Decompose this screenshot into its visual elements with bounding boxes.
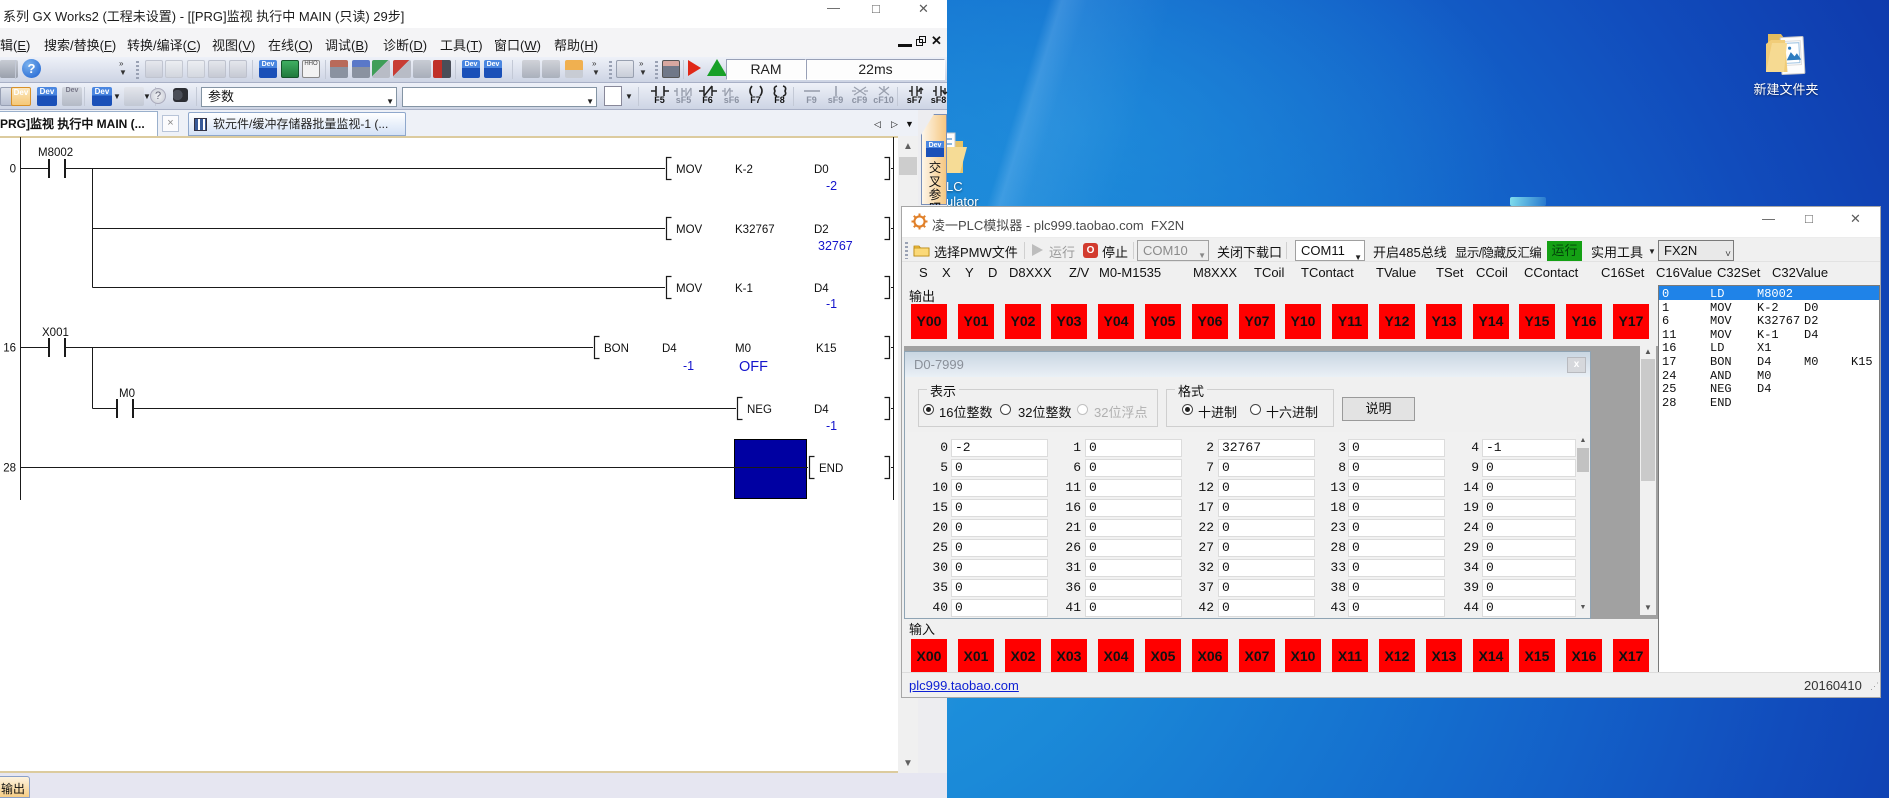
svg-text:K-2: K-2 — [735, 164, 753, 176]
svg-text:M0: M0 — [735, 343, 751, 355]
svg-text:X001: X001 — [42, 327, 69, 339]
svg-text:BON: BON — [604, 343, 629, 355]
svg-text:K32767: K32767 — [735, 224, 775, 236]
svg-text:-2: -2 — [826, 179, 837, 193]
svg-text:D0: D0 — [814, 164, 829, 176]
svg-text:28: 28 — [3, 463, 16, 475]
svg-text:MOV: MOV — [676, 283, 703, 295]
svg-text:M8002: M8002 — [38, 147, 73, 159]
svg-text:D4: D4 — [814, 404, 829, 416]
svg-text:-1: -1 — [683, 359, 694, 373]
svg-text:MOV: MOV — [676, 164, 703, 176]
svg-text:D4: D4 — [814, 283, 829, 295]
svg-text:32767: 32767 — [818, 239, 853, 253]
svg-text:M0: M0 — [119, 388, 135, 400]
svg-text:D2: D2 — [814, 224, 829, 236]
svg-text:-1: -1 — [826, 419, 837, 433]
svg-text:NEG: NEG — [747, 404, 772, 416]
svg-text:END: END — [819, 463, 843, 475]
svg-text:K15: K15 — [816, 343, 836, 355]
svg-text:D4: D4 — [662, 343, 677, 355]
svg-text:0: 0 — [10, 164, 16, 176]
svg-text:MOV: MOV — [676, 224, 703, 236]
svg-text:-1: -1 — [826, 297, 837, 311]
svg-text:16: 16 — [3, 343, 16, 355]
svg-text:OFF: OFF — [739, 359, 768, 375]
svg-text:K-1: K-1 — [735, 283, 753, 295]
